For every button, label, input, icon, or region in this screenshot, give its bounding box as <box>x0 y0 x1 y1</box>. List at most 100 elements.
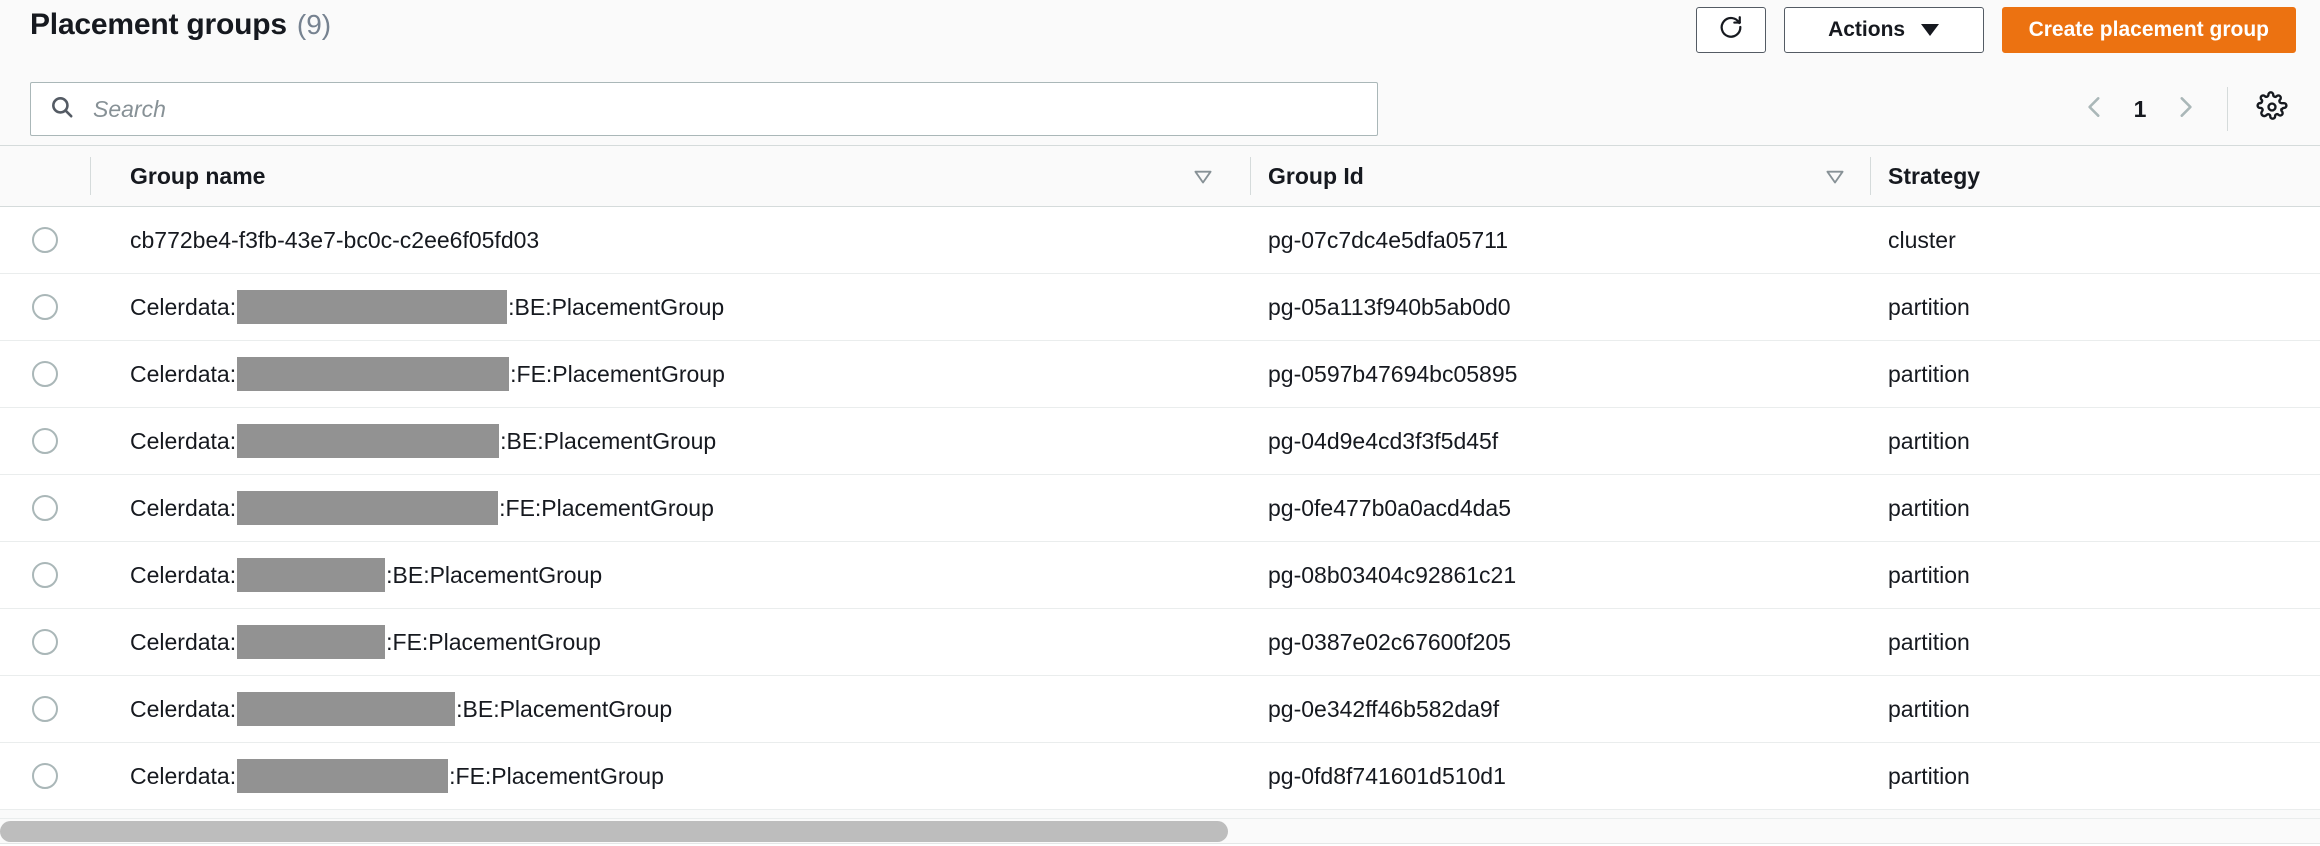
group-name-prefix: Celerdata: <box>130 763 236 790</box>
page-title-count: (9) <box>297 9 331 41</box>
pagination-page-1[interactable]: 1 <box>2123 96 2157 123</box>
redacted-text-block <box>237 357 509 391</box>
create-placement-group-button[interactable]: Create placement group <box>2002 7 2296 53</box>
group-name-suffix: :BE:PlacementGroup <box>386 562 602 589</box>
group-name-suffix: :BE:PlacementGroup <box>508 294 724 321</box>
actions-button-label: Actions <box>1828 18 1905 42</box>
cell-strategy: partition <box>1870 562 2320 589</box>
table-row[interactable]: Celerdata::FE:PlacementGrouppg-0387e02c6… <box>0 609 2320 676</box>
table-header-row: Group name Group Id Strategy <box>0 145 2320 207</box>
table-preferences-button[interactable] <box>2248 85 2296 133</box>
group-name-prefix: Celerdata: <box>130 562 236 589</box>
group-name-suffix: :FE:PlacementGroup <box>449 763 664 790</box>
strategy-text: cluster <box>1888 227 1956 254</box>
table-row[interactable]: Celerdata: :BE:PlacementGroup pg-08b03404c… <box>0 542 2320 609</box>
row-radio-button[interactable] <box>32 227 58 253</box>
search-icon <box>49 94 75 125</box>
group-name-prefix: Celerdata: <box>130 294 236 321</box>
column-header-group-name[interactable]: Group name <box>90 163 1250 190</box>
group-name-prefix: Celerdata: <box>130 495 236 522</box>
sort-descending-icon[interactable] <box>1190 163 1216 189</box>
group-id-text: pg-04d9e4cd3f3f5d45f <box>1268 428 1498 455</box>
column-header-group-id[interactable]: Group Id <box>1250 163 1870 190</box>
table-row[interactable]: Celerdata: :BE:PlacementGroup pg-05a113f94… <box>0 274 2320 341</box>
column-divider <box>1250 157 1251 195</box>
row-radio-button[interactable] <box>32 294 58 320</box>
column-divider <box>1870 157 1871 195</box>
strategy-text: partition <box>1888 294 1970 321</box>
table-row[interactable]: Celerdata::FE:PlacementGroup pg-0597b4769… <box>0 341 2320 408</box>
row-radio-button[interactable] <box>32 696 58 722</box>
row-select-cell <box>0 428 90 454</box>
cell-group-id: pg-05a113f940b5ab0d0 <box>1250 294 1870 321</box>
search-box[interactable] <box>30 82 1378 136</box>
cell-group-name: Celerdata: :FE:PlacementGroup <box>90 491 1250 525</box>
row-radio-button[interactable] <box>32 495 58 521</box>
group-id-text: pg-0597b47694bc05895 <box>1268 361 1517 388</box>
table-row[interactable]: Celerdata::BE:PlacementGroup pg-0e342ff46… <box>0 676 2320 743</box>
column-header-strategy-label: Strategy <box>1888 163 1980 190</box>
horizontal-scrollbar[interactable] <box>0 818 2320 846</box>
table-row[interactable]: cb772be4-f3fb-43e7-bc0c-c2ee6f05fd03 pg-0… <box>0 207 2320 274</box>
cell-group-id: pg-0597b47694bc05895 <box>1250 361 1870 388</box>
cell-group-id: pg-04d9e4cd3f3f5d45f <box>1250 428 1870 455</box>
chevron-right-icon <box>2172 94 2198 125</box>
cell-strategy: partition <box>1870 294 2320 321</box>
refresh-button[interactable] <box>1696 7 1766 53</box>
row-radio-button[interactable] <box>32 763 58 789</box>
group-name-prefix: Celerdata: <box>130 629 236 656</box>
placement-groups-page: Placement groups (9) Actions Create plac… <box>0 0 2320 846</box>
group-name-prefix: Celerdata: <box>130 696 236 723</box>
redacted-text-block <box>237 424 499 458</box>
cell-group-id: pg-0387e02c67600f205 <box>1250 629 1870 656</box>
row-radio-button[interactable] <box>32 428 58 454</box>
cell-strategy: partition <box>1870 361 2320 388</box>
cell-group-name: Celerdata: :FE:PlacementGroup <box>90 759 1250 793</box>
group-id-text: pg-05a113f940b5ab0d0 <box>1268 294 1511 321</box>
table-row[interactable]: Celerdata: :BE:PlacementGroup pg-04d9e4cd3… <box>0 408 2320 475</box>
row-radio-button[interactable] <box>32 361 58 387</box>
row-radio-button[interactable] <box>32 562 58 588</box>
column-header-group-id-label: Group Id <box>1268 163 1364 190</box>
chevron-left-icon <box>2082 94 2108 125</box>
cell-group-id: pg-08b03404c92861c21 <box>1250 562 1870 589</box>
strategy-text: partition <box>1888 629 1970 656</box>
redacted-text-block <box>237 759 448 793</box>
strategy-text: partition <box>1888 428 1970 455</box>
gear-icon <box>2256 91 2288 128</box>
cell-group-name: Celerdata: :BE:PlacementGroup <box>90 424 1250 458</box>
refresh-icon <box>1717 13 1745 47</box>
page-title-area: Placement groups (9) <box>30 8 331 42</box>
pagination-divider <box>2227 87 2228 131</box>
cell-group-id: pg-07c7dc4e5dfa05711 <box>1250 227 1870 254</box>
strategy-text: partition <box>1888 562 1970 589</box>
cell-group-name: Celerdata::FE:PlacementGroup <box>90 357 1250 391</box>
group-id-text: pg-0e342ff46b582da9f <box>1268 696 1499 723</box>
group-id-text: pg-07c7dc4e5dfa05711 <box>1268 227 1508 254</box>
table-row[interactable]: Celerdata::FE:PlacementGrouppg-0fd8f7416… <box>0 743 2320 810</box>
row-radio-button[interactable] <box>32 629 58 655</box>
row-select-cell <box>0 294 90 320</box>
row-select-cell <box>0 495 90 521</box>
sort-descending-icon[interactable] <box>1822 163 1848 189</box>
redacted-text-block <box>237 558 385 592</box>
group-id-text: pg-08b03404c92861c21 <box>1268 562 1516 589</box>
pagination-prev-button[interactable] <box>2067 82 2123 136</box>
search-input[interactable] <box>91 95 1359 124</box>
cell-strategy: partition <box>1870 763 2320 790</box>
redacted-text-block <box>237 692 455 726</box>
row-select-cell <box>0 562 90 588</box>
actions-button[interactable]: Actions <box>1784 7 1984 53</box>
scrollbar-thumb[interactable] <box>0 821 1228 842</box>
group-name-suffix: :BE:PlacementGroup <box>500 428 716 455</box>
table-row[interactable]: Celerdata::FE:PlacementGrouppg-0fe477b0a… <box>0 475 2320 542</box>
page-header: Placement groups (9) Actions Create plac… <box>0 0 2320 145</box>
chevron-down-icon <box>1921 24 1939 36</box>
cell-group-name: Celerdata::BE:PlacementGroup <box>90 692 1250 726</box>
column-header-strategy[interactable]: Strategy <box>1870 163 2320 190</box>
group-name-prefix: cb772be4-f3fb-43e7-bc0c-c2ee6f05fd03 <box>130 227 539 254</box>
cell-strategy: partition <box>1870 629 2320 656</box>
group-name-prefix: Celerdata: <box>130 428 236 455</box>
pagination-next-button[interactable] <box>2157 82 2213 136</box>
group-name-suffix: :FE:PlacementGroup <box>499 495 714 522</box>
